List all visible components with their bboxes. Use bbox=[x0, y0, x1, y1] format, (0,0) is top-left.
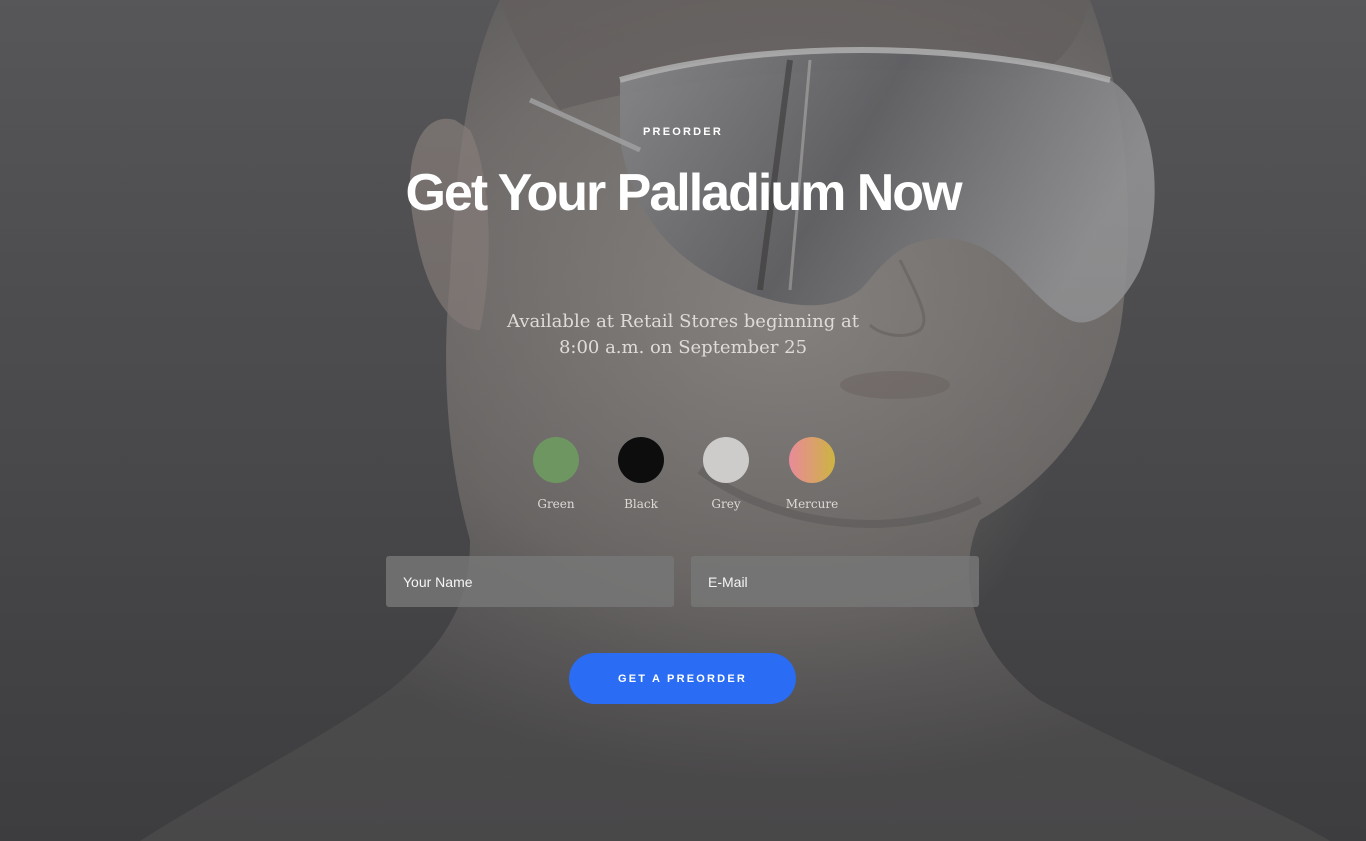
color-label-grey: Grey bbox=[711, 497, 741, 511]
color-swatch-mercure[interactable] bbox=[789, 437, 835, 483]
availability-line-1: Available at Retail Stores beginning at bbox=[507, 311, 859, 332]
availability-text: Available at Retail Stores beginning at … bbox=[483, 309, 883, 361]
color-swatch-green[interactable] bbox=[533, 437, 579, 483]
color-option-green[interactable]: Green bbox=[513, 437, 599, 517]
availability-line-2: 8:00 a.m. on September 25 bbox=[558, 337, 808, 358]
color-swatch-black[interactable] bbox=[618, 437, 664, 483]
color-swatch-grey[interactable] bbox=[703, 437, 749, 483]
email-input[interactable] bbox=[691, 556, 979, 607]
preorder-section: PREORDER Get Your Palladium Now Availabl… bbox=[0, 0, 1366, 841]
page-title: Get Your Palladium Now bbox=[405, 164, 962, 222]
get-preorder-button[interactable]: GET A PREORDER bbox=[569, 653, 796, 704]
color-options: Green Black Grey Mercure bbox=[513, 437, 853, 517]
color-label-mercure: Mercure bbox=[785, 497, 839, 511]
color-option-black[interactable]: Black bbox=[598, 437, 684, 517]
color-option-grey[interactable]: Grey bbox=[683, 437, 769, 517]
color-label-black: Black bbox=[624, 497, 658, 511]
color-option-mercure[interactable]: Mercure bbox=[769, 437, 855, 517]
eyebrow-label: PREORDER bbox=[643, 126, 723, 138]
color-label-green: Green bbox=[537, 497, 575, 511]
name-input[interactable] bbox=[386, 556, 674, 607]
